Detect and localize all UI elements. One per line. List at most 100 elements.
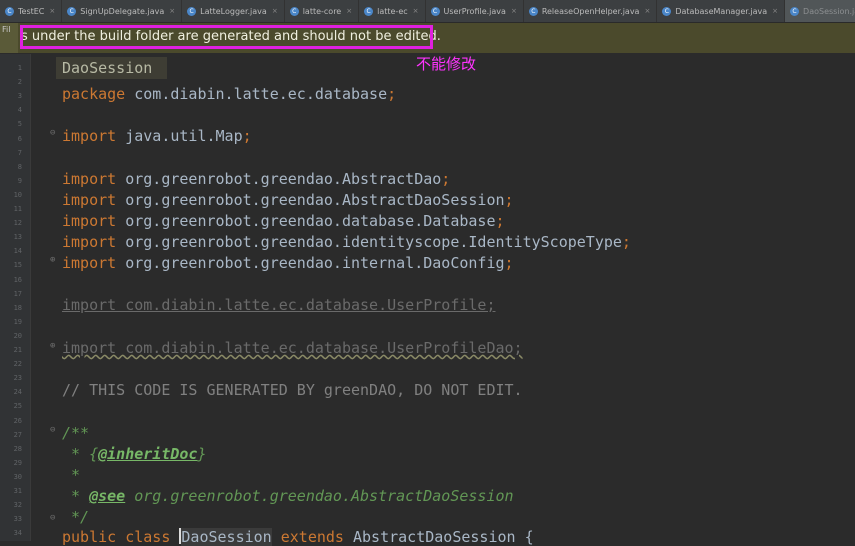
import-path: java.util.Map [116, 127, 243, 145]
editor-tab-label: SignUpDelegate.java [80, 6, 165, 16]
close-icon[interactable]: × [644, 7, 650, 15]
code-line-package[interactable]: package com.diabin.latte.ec.database; [62, 85, 396, 103]
semicolon: ; [504, 191, 514, 209]
javadoc-star: * [62, 466, 90, 484]
code-line-javadoc-open[interactable]: /** [62, 424, 89, 442]
line-number: 12 [13, 219, 22, 228]
close-icon[interactable]: × [49, 7, 55, 15]
keyword: extends [271, 528, 353, 546]
editor-tab[interactable]: CDaoSession.java× [785, 0, 855, 22]
code-line-javadoc[interactable]: * @see org.greenrobot.greendao.AbstractD… [62, 487, 514, 505]
line-number: 20 [13, 331, 22, 340]
class-name-badge: DaoSession [56, 57, 167, 79]
line-number: 13 [13, 233, 22, 242]
keyword: package [62, 85, 126, 103]
code-line-import[interactable]: import org.greenrobot.greendao.database.… [62, 212, 505, 230]
line-number: 22 [13, 360, 22, 369]
editor-tab-label: latte-core [302, 6, 342, 16]
close-icon[interactable]: × [413, 7, 419, 15]
line-number: 3 [17, 92, 22, 101]
editor-tab-bar: C TestEC × C SignUpDelegate.java × C LatteLogge… [0, 0, 855, 23]
close-icon[interactable]: × [169, 7, 175, 15]
brace: } [197, 445, 207, 463]
javadoc-star: * [62, 487, 90, 505]
javadoc-tag: @see [89, 487, 126, 505]
editor-tab[interactable]: C SignUpDelegate.java × [62, 0, 183, 22]
editor-tab-label: ReleaseOpenHelper.java [541, 6, 640, 16]
fold-marker-icon[interactable]: ⊖ [50, 128, 55, 138]
java-class-icon: C [528, 6, 538, 16]
semicolon: ; [504, 254, 514, 272]
line-number: 6 [17, 134, 22, 143]
java-class-icon: C [430, 6, 440, 16]
java-class-icon: C [662, 6, 672, 16]
semicolon: ; [387, 85, 397, 103]
editor-tab[interactable]: C ReleaseOpenHelper.java × [524, 0, 658, 22]
line-number: 24 [13, 388, 22, 397]
line-number: 29 [13, 458, 22, 467]
editor-tab[interactable]: C UserProfile.java × [426, 0, 524, 22]
editor-tab[interactable]: Clatte-core × [285, 0, 360, 22]
line-number: 19 [13, 317, 22, 326]
line-number: 32 [13, 501, 22, 510]
code-line-unused-import[interactable]: import com.diabin.latte.ec.database.User… [62, 339, 523, 357]
line-number: 9 [17, 176, 22, 185]
code-line-class-declaration[interactable]: public class DaoSession extends Abstract… [62, 528, 534, 546]
javadoc-reference: org.greenrobot.greendao.AbstractDaoSessi… [125, 487, 514, 505]
keyword: import [62, 170, 117, 188]
close-icon[interactable]: × [772, 7, 778, 15]
fold-marker-icon[interactable]: ⊕ [50, 341, 55, 351]
line-number: 11 [13, 205, 22, 213]
line-number: 14 [13, 247, 22, 256]
line-number: 17 [13, 289, 22, 298]
line-number: 7 [17, 148, 22, 157]
code-line-javadoc[interactable]: * [62, 466, 89, 484]
fold-marker-icon[interactable]: ⊖ [50, 425, 55, 435]
editor-tab-label: UserProfile.java [443, 6, 506, 16]
line-number: 21 [13, 346, 22, 354]
code-line-javadoc-close[interactable]: */ [62, 508, 89, 526]
code-line-import[interactable]: import org.greenrobot.greendao.internal.… [62, 254, 514, 272]
editor-tab[interactable]: Clatte-ec × [359, 0, 426, 22]
code-line-import[interactable]: import org.greenrobot.greendao.AbstractD… [62, 170, 450, 188]
code-line-import[interactable]: import java.util.Map; [62, 127, 252, 145]
line-number: 33 [13, 515, 22, 524]
banner-edge-label: Fil [0, 23, 18, 53]
editor-tab-label: latte-ec [377, 6, 408, 16]
line-number: 1 [17, 64, 22, 72]
editor-tab-label: TestEC [18, 6, 45, 16]
close-icon[interactable]: × [511, 7, 517, 15]
fold-marker-icon[interactable]: ⊕ [50, 255, 55, 265]
editor-tab-label: DaoSession.java [803, 6, 855, 16]
module-icon: C [289, 6, 299, 16]
editor-tab[interactable]: C LatteLogger.java × [182, 0, 285, 22]
code-line-comment[interactable]: // THIS CODE IS GENERATED BY greenDAO, D… [62, 381, 523, 399]
close-icon[interactable]: × [346, 7, 352, 15]
keyword: import [62, 212, 117, 230]
keyword: public class [62, 528, 180, 546]
line-number: 5 [17, 120, 22, 129]
keyword: import [62, 233, 117, 251]
import-path: org.greenrobot.greendao.database.Databas… [116, 212, 496, 230]
line-number: 18 [13, 303, 22, 312]
keyword: import [62, 254, 117, 272]
java-class-icon: C [790, 6, 800, 16]
gutter-separator [30, 54, 31, 541]
code-line-unused-import[interactable]: import com.diabin.latte.ec.database.User… [62, 296, 495, 314]
close-icon[interactable]: × [272, 7, 278, 15]
annotation-highlight-box [20, 25, 433, 49]
semicolon: ; [621, 233, 631, 251]
line-number: 30 [13, 472, 22, 481]
code-line-javadoc[interactable]: * {@inheritDoc} [62, 445, 207, 463]
semicolon: ; [441, 170, 451, 188]
class-name: DaoSession [181, 528, 272, 546]
code-line-import[interactable]: import org.greenrobot.greendao.identitys… [62, 233, 631, 251]
editor-tab[interactable]: C DatabaseManager.java × [657, 0, 786, 22]
line-number-gutter: 1 2 3 4 5 6 7 8 9 10 11 12 13 14 15 16 17 18 19 20 21 22 23 24 2… [0, 54, 30, 541]
import-path: org.greenrobot.greendao.identityscope.Id… [116, 233, 622, 251]
editor-tab[interactable]: C TestEC × [0, 0, 63, 22]
code-line-import[interactable]: import org.greenrobot.greendao.AbstractD… [62, 191, 514, 209]
line-number: 4 [17, 106, 22, 115]
fold-marker-icon[interactable]: ⊖ [50, 513, 55, 523]
line-number: 34 [13, 529, 22, 538]
